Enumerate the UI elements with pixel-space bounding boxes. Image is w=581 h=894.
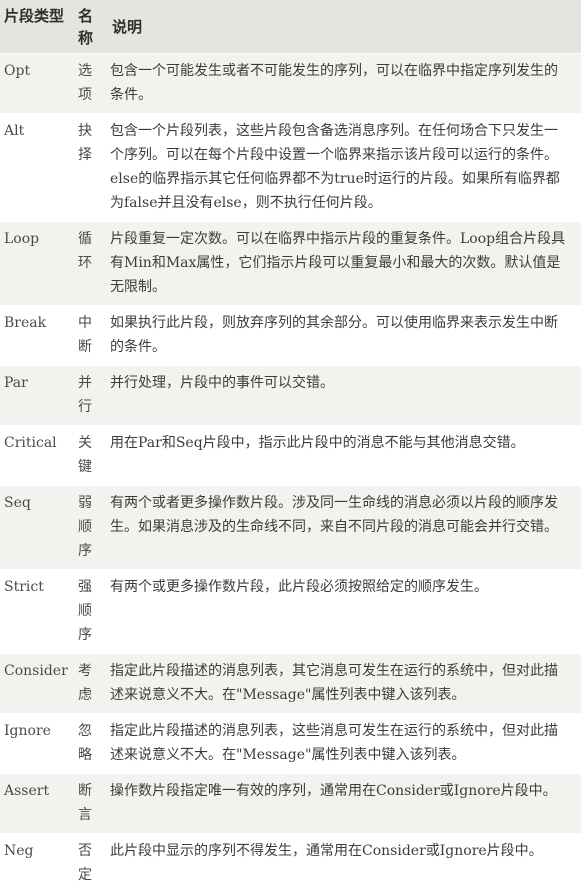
- header-description: 说明: [106, 0, 581, 54]
- cell-fragment-type: Break: [0, 305, 74, 366]
- cell-description: 指定此片段描述的消息列表，其它消息可发生在运行的系统中，但对此描述来说意义不大。…: [106, 653, 581, 714]
- table-row: Break 中断 如果执行此片段，则放弃序列的其余部分。可以使用临界来表示发生中…: [0, 305, 581, 366]
- table-row: Ignore 忽略 指定此片段描述的消息列表，这些消息可发生在运行的系统中，但对…: [0, 713, 581, 774]
- cell-name: 考虑: [74, 653, 106, 714]
- cell-fragment-type: Ignore: [0, 713, 74, 774]
- cell-fragment-type: Strict: [0, 569, 74, 654]
- cell-description: 包含一个可能发生或者不可能发生的序列，可以在临界中指定序列发生的条件。: [106, 53, 581, 114]
- cell-description: 指定此片段描述的消息列表，这些消息可发生在运行的系统中，但对此描述来说意义不大。…: [106, 713, 581, 774]
- cell-fragment-type: Par: [0, 365, 74, 426]
- table-header-row: 片段类型 名称 说明: [0, 0, 581, 54]
- cell-fragment-type: Opt: [0, 53, 74, 114]
- cell-description: 此片段中显示的序列不得发生，通常用在Consider或Ignore片段中。: [106, 833, 581, 894]
- cell-name: 选项: [74, 53, 106, 114]
- cell-description: 有两个或更多操作数片段，此片段必须按照给定的顺序发生。: [106, 569, 581, 654]
- cell-name: 中断: [74, 305, 106, 366]
- cell-fragment-type: Assert: [0, 773, 74, 834]
- cell-description: 操作数片段指定唯一有效的序列，通常用在Consider或Ignore片段中。: [106, 773, 581, 834]
- cell-description: 有两个或者更多操作数片段。涉及同一生命线的消息必须以片段的顺序发生。如果消息涉及…: [106, 485, 581, 570]
- cell-fragment-type: Seq: [0, 485, 74, 570]
- cell-fragment-type: Loop: [0, 221, 74, 306]
- fragment-types-table: 片段类型 名称 说明 Opt 选项 包含一个可能发生或者不可能发生的序列，可以在…: [0, 0, 581, 894]
- cell-name: 弱顺序: [74, 485, 106, 570]
- cell-fragment-type: Neg: [0, 833, 74, 894]
- table-row: Loop 循环 片段重复一定次数。可以在临界中指示片段的重复条件。Loop组合片…: [0, 221, 581, 306]
- cell-name: 否定: [74, 833, 106, 894]
- table-row: Neg 否定 此片段中显示的序列不得发生，通常用在Consider或Ignore…: [0, 833, 581, 894]
- cell-name: 关键: [74, 425, 106, 486]
- cell-name: 强顺序: [74, 569, 106, 654]
- header-name: 名称: [74, 0, 106, 54]
- cell-fragment-type: Alt: [0, 113, 74, 222]
- table-row: Critical 关键 用在Par和Seq片段中，指示此片段中的消息不能与其他消…: [0, 425, 581, 486]
- cell-name: 并行: [74, 365, 106, 426]
- table-row: Strict 强顺序 有两个或更多操作数片段，此片段必须按照给定的顺序发生。: [0, 569, 581, 654]
- cell-description: 并行处理，片段中的事件可以交错。: [106, 365, 581, 426]
- cell-description: 包含一个片段列表，这些片段包含备选消息序列。在任何场合下只发生一个序列。可以在每…: [106, 113, 581, 222]
- cell-name: 忽略: [74, 713, 106, 774]
- cell-name: 断言: [74, 773, 106, 834]
- table-row: Par 并行 并行处理，片段中的事件可以交错。: [0, 365, 581, 426]
- cell-description: 用在Par和Seq片段中，指示此片段中的消息不能与其他消息交错。: [106, 425, 581, 486]
- header-fragment-type: 片段类型: [0, 0, 74, 54]
- table-row: Seq 弱顺序 有两个或者更多操作数片段。涉及同一生命线的消息必须以片段的顺序发…: [0, 485, 581, 570]
- table-row: Alt 抉择 包含一个片段列表，这些片段包含备选消息序列。在任何场合下只发生一个…: [0, 113, 581, 222]
- cell-description: 如果执行此片段，则放弃序列的其余部分。可以使用临界来表示发生中断的条件。: [106, 305, 581, 366]
- table-row: Consider 考虑 指定此片段描述的消息列表，其它消息可发生在运行的系统中，…: [0, 653, 581, 714]
- table-row: Opt 选项 包含一个可能发生或者不可能发生的序列，可以在临界中指定序列发生的条…: [0, 53, 581, 114]
- cell-description: 片段重复一定次数。可以在临界中指示片段的重复条件。Loop组合片段具有Min和M…: [106, 221, 581, 306]
- cell-name: 抉择: [74, 113, 106, 222]
- cell-fragment-type: Consider: [0, 653, 74, 714]
- cell-name: 循环: [74, 221, 106, 306]
- table-row: Assert 断言 操作数片段指定唯一有效的序列，通常用在Consider或Ig…: [0, 773, 581, 834]
- cell-fragment-type: Critical: [0, 425, 74, 486]
